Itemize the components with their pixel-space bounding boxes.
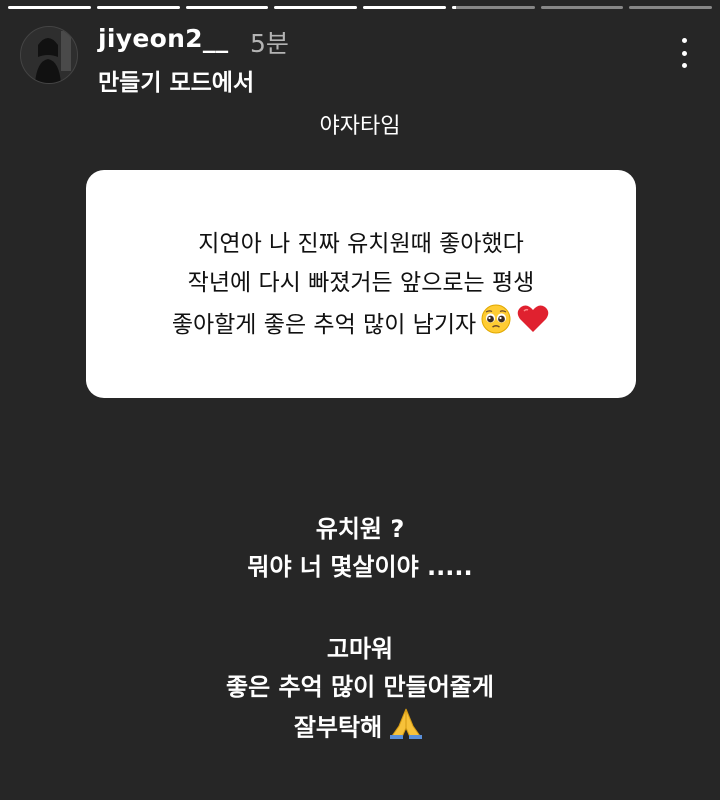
story-progress-segment bbox=[8, 6, 91, 9]
question-line: 작년에 다시 빠졌거든 앞으로는 평생 bbox=[187, 269, 535, 296]
answer-text: 유치원 ? 뭐야 너 몇살이야 ..... 고마워 좋은 추억 많이 만들어줄게… bbox=[0, 510, 720, 751]
story-progress-fill bbox=[8, 6, 91, 9]
question-sticker-box: 지연아 나 진짜 유치원때 좋아했다 작년에 다시 빠졌거든 앞으로는 평생 좋… bbox=[86, 170, 636, 398]
story-progress-segment bbox=[363, 6, 446, 9]
question-line: 지연아 나 진짜 유치원때 좋아했다 bbox=[198, 230, 524, 257]
story-progress-fill bbox=[451, 6, 456, 9]
question-sticker-label: 야자타임 bbox=[319, 114, 401, 139]
answer-line: 유치원 ? bbox=[315, 515, 405, 543]
story-progress-segment bbox=[451, 6, 535, 9]
username[interactable]: jiyeon2__ bbox=[98, 24, 228, 53]
answer-line: 뭐야 너 몇살이야 ..... bbox=[247, 553, 473, 581]
answer-spacer bbox=[0, 586, 720, 630]
story-progress-fill bbox=[363, 6, 446, 9]
red-heart-icon bbox=[516, 303, 550, 348]
story-progress-segment bbox=[185, 6, 269, 9]
story-progress-segment bbox=[274, 6, 357, 9]
story-mode-label: 만들기 모드에서 bbox=[98, 70, 255, 96]
story-progress-segment bbox=[96, 6, 180, 9]
question-line-last: 좋아할게 좋은 추억 많이 남기자 bbox=[172, 303, 550, 348]
story-progress-fill bbox=[96, 6, 180, 9]
answer-line: 고마워 bbox=[326, 635, 394, 663]
answer-line-last: 잘부탁해 bbox=[0, 706, 720, 751]
story-progress-bar bbox=[8, 6, 712, 10]
more-options-icon[interactable] bbox=[678, 38, 690, 68]
answer-line: 좋은 추억 많이 만들어줄게 bbox=[226, 673, 494, 701]
timestamp: 5분 bbox=[250, 29, 289, 58]
profile-avatar[interactable] bbox=[20, 26, 78, 84]
folded-hands-icon bbox=[386, 706, 426, 751]
story-progress-fill bbox=[274, 6, 357, 9]
story-progress-fill bbox=[185, 6, 269, 9]
story-progress-segment bbox=[540, 6, 624, 9]
question-text: 지연아 나 진짜 유치원때 좋아했다 작년에 다시 빠졌거든 앞으로는 평생 좋… bbox=[172, 225, 550, 348]
pleading-face-icon bbox=[480, 303, 512, 348]
story-progress-segment bbox=[629, 6, 712, 9]
